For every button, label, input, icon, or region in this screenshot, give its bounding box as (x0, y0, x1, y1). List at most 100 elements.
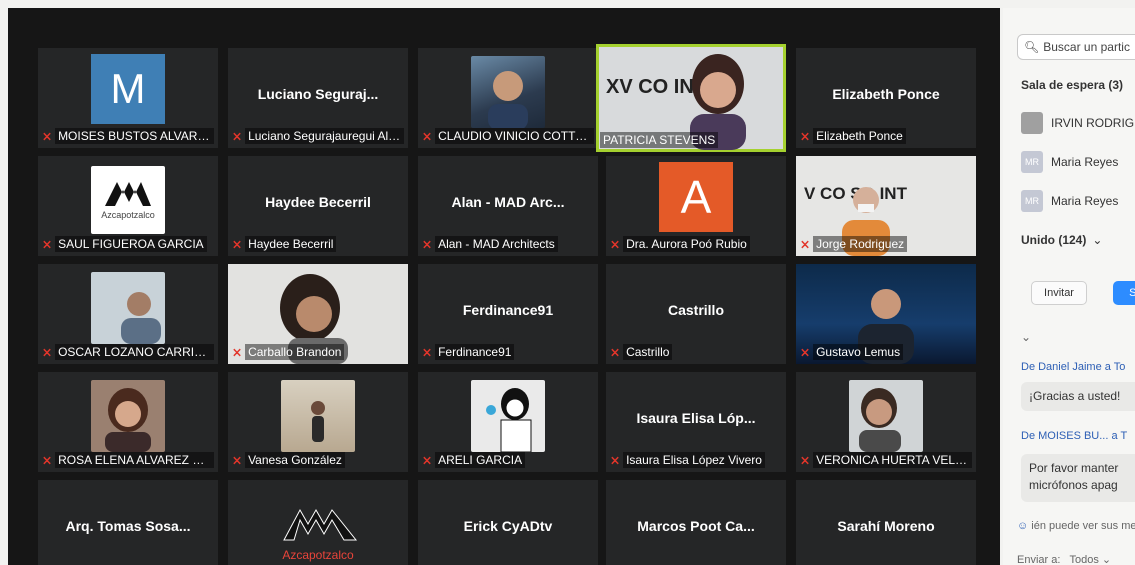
mic-muted-icon: ⨯ (800, 345, 811, 359)
participant-tile-vanesa[interactable]: ⨯ Vanesa González (228, 372, 408, 472)
participants-chat-sidebar: 🔍︎ Buscar un partic Sala de espera (3) I… (1003, 8, 1135, 565)
participant-display-name: Haydee Becerril (265, 194, 371, 210)
avatar: MR (1021, 190, 1043, 212)
participant-display-name: Luciano Seguraj... (257, 86, 379, 102)
participant-tile-sarahi[interactable]: Sarahí Moreno (796, 480, 976, 565)
mic-muted-icon: ⨯ (232, 345, 243, 359)
mic-muted-icon: ⨯ (800, 129, 811, 143)
mic-muted-icon: ⨯ (800, 453, 811, 467)
zoom-meeting-window: M ⨯ MOISES BUSTOS ALVAREZ Luciano Seguraj… (0, 0, 1135, 565)
participant-tile-rosa[interactable]: ⨯ ROSA ELENA ALVAREZ MA... (38, 372, 218, 472)
participant-name: OSCAR LOZANO CARRILLO (55, 344, 214, 360)
mic-muted-icon: ⨯ (610, 237, 621, 251)
mic-muted-icon: ⨯ (42, 129, 53, 143)
waiting-room-heading: Sala de espera (3) (1021, 78, 1124, 92)
mic-muted-icon: ⨯ (42, 237, 53, 251)
logo-text: Azcapotzalco (282, 548, 354, 562)
participant-display-name: Erick CyADtv (463, 518, 553, 534)
chevron-down-icon: ⌄ (1092, 233, 1103, 247)
participant-name: Ferdinance91 (435, 344, 515, 360)
participant-tile-marcos[interactable]: Marcos Poot Ca... (606, 480, 786, 565)
mic-muted-icon: ⨯ (422, 129, 433, 143)
participant-tile-veronica[interactable]: ⨯ VERONICA HUERTA VELAZ... (796, 372, 976, 472)
video-feed (91, 380, 165, 452)
participant-search-input[interactable]: 🔍︎ Buscar un partic (1017, 34, 1135, 60)
chat-message-sender: De Daniel Jaime a To (1021, 361, 1126, 373)
participant-name: MOISES BUSTOS ALVAREZ (55, 128, 214, 144)
waiting-participant[interactable]: IRVIN RODRIG (1021, 112, 1134, 134)
participant-tile-patricia-speaking[interactable]: XV CO INTE PATRICIA STEVENS (596, 44, 786, 152)
participant-name: CLAUDIO VINICIO COTTO A... (435, 128, 594, 144)
joined-section-toggle[interactable]: Unido (124) ⌄ (1021, 233, 1102, 247)
participant-name: Vanesa González (245, 452, 345, 468)
participant-tile-aurora[interactable]: A ⨯ Dra. Aurora Poó Rubio (606, 156, 786, 256)
participant-display-name: Isaura Elisa Lóp... (636, 410, 756, 426)
participant-tile-luciano[interactable]: Luciano Seguraj... ⨯ Luciano Segurajaureg… (228, 48, 408, 148)
mic-muted-icon: ⨯ (422, 453, 433, 467)
participant-tile-carballo[interactable]: ⨯ Carballo Brandon (228, 264, 408, 364)
participant-tile-claudio[interactable]: ⨯ CLAUDIO VINICIO COTTO A... (418, 48, 598, 148)
participant-tile-ferdinance[interactable]: Ferdinance91 ⨯ Ferdinance91 (418, 264, 598, 364)
participant-tile-saul[interactable]: Azcapotzalco ⨯ SAUL FIGUEROA GARCIA (38, 156, 218, 256)
participant-tile-isaura[interactable]: Isaura Elisa Lóp... ⨯ Isaura Elisa López … (606, 372, 786, 472)
participant-tile-moises[interactable]: M ⨯ MOISES BUSTOS ALVAREZ (38, 48, 218, 148)
participant-name: Jorge Rodriguez (813, 236, 908, 252)
mic-muted-icon: ⨯ (232, 453, 243, 467)
participant-name: Elizabeth Ponce (813, 128, 906, 144)
participant-name: ROSA ELENA ALVAREZ MA... (55, 452, 214, 468)
invite-button[interactable]: Invitar (1031, 281, 1087, 305)
participant-display-name: Sarahí Moreno (837, 518, 935, 534)
participant-tile-oscar[interactable]: ⨯ OSCAR LOZANO CARRILLO (38, 264, 218, 364)
person-silhouette-icon (488, 71, 528, 128)
mic-muted-icon: ⨯ (422, 237, 433, 251)
send-to-dropdown[interactable]: Todos (1069, 554, 1098, 565)
chat-message: Por favor manter micrófonos apag (1021, 454, 1135, 502)
participant-name: Haydee Becerril (245, 236, 337, 252)
participant-name: Isaura Elisa López Vivero (623, 452, 765, 468)
participant-display-name: Marcos Poot Ca... (637, 518, 755, 534)
chevron-down-icon[interactable]: ⌄ (1021, 330, 1031, 344)
mic-muted-icon: ⨯ (610, 453, 621, 467)
participant-name: VERONICA HUERTA VELAZ... (813, 452, 972, 468)
video-feed (849, 380, 923, 452)
participant-tile-erick[interactable]: Erick CyADtv (418, 480, 598, 565)
participant-name: Carballo Brandon (245, 344, 345, 360)
person-silhouette-icon (311, 401, 325, 442)
participant-tile-areli[interactable]: ⨯ ARELI GARCIA (418, 372, 598, 472)
mic-muted-icon: ⨯ (800, 237, 811, 251)
participant-tile-tomas[interactable]: Arq. Tomas Sosa... (38, 480, 218, 565)
mic-muted-icon: ⨯ (232, 237, 243, 251)
video-feed (281, 380, 355, 452)
waiting-participant[interactable]: MR Maria Reyes (1021, 190, 1118, 212)
mic-muted-icon: ⨯ (422, 345, 433, 359)
avatar: M (91, 54, 165, 124)
people-icon: ☺ (1017, 520, 1029, 532)
participant-tile-haydee[interactable]: Haydee Becerril ⨯ Haydee Becerril (228, 156, 408, 256)
mic-muted-icon: ⨯ (232, 129, 243, 143)
participant-name: Castrillo (623, 344, 673, 360)
uam-emblem-icon (283, 508, 358, 541)
uam-logo: Azcapotzalco (91, 166, 165, 234)
video-feed (471, 56, 545, 128)
participant-name: ARELI GARCIA (435, 452, 526, 468)
person-silhouette-icon (121, 292, 161, 344)
waiting-participant[interactable]: MR Maria Reyes (1021, 151, 1118, 173)
participant-display-name: Castrillo (667, 302, 724, 318)
person-silhouette-icon (859, 388, 901, 452)
participant-name: Gustavo Lemus (813, 344, 904, 360)
participant-tile-azcapotzalco[interactable]: Azcapotzalco (228, 480, 408, 565)
participant-tile-gustavo[interactable]: ⨯ Gustavo Lemus (796, 264, 976, 364)
participant-tile-elizabeth[interactable]: Elizabeth Ponce ⨯ Elizabeth Ponce (796, 48, 976, 148)
participant-tile-jorge[interactable]: V CO SO INT ⨯Jorge Rodriguez (796, 156, 976, 256)
chat-message-sender: De MOISES BU... a T (1021, 430, 1128, 442)
illustration-avatar-icon (486, 388, 532, 452)
participant-name: PATRICIA STEVENS (600, 132, 719, 148)
participant-tile-castrillo[interactable]: Castrillo ⨯ Castrillo (606, 264, 786, 364)
participant-tile-alan[interactable]: Alan - MAD Arc... ⨯ Alan - MAD Architects (418, 156, 598, 256)
mute-all-button[interactable]: Si (1113, 281, 1135, 305)
mic-muted-icon: ⨯ (42, 453, 53, 467)
send-to-row[interactable]: Enviar a: Todos ⌄ (1017, 553, 1111, 565)
uam-emblem-icon (105, 182, 151, 206)
chat-message: ¡Gracias a usted! (1021, 382, 1135, 411)
video-feed (471, 380, 545, 452)
